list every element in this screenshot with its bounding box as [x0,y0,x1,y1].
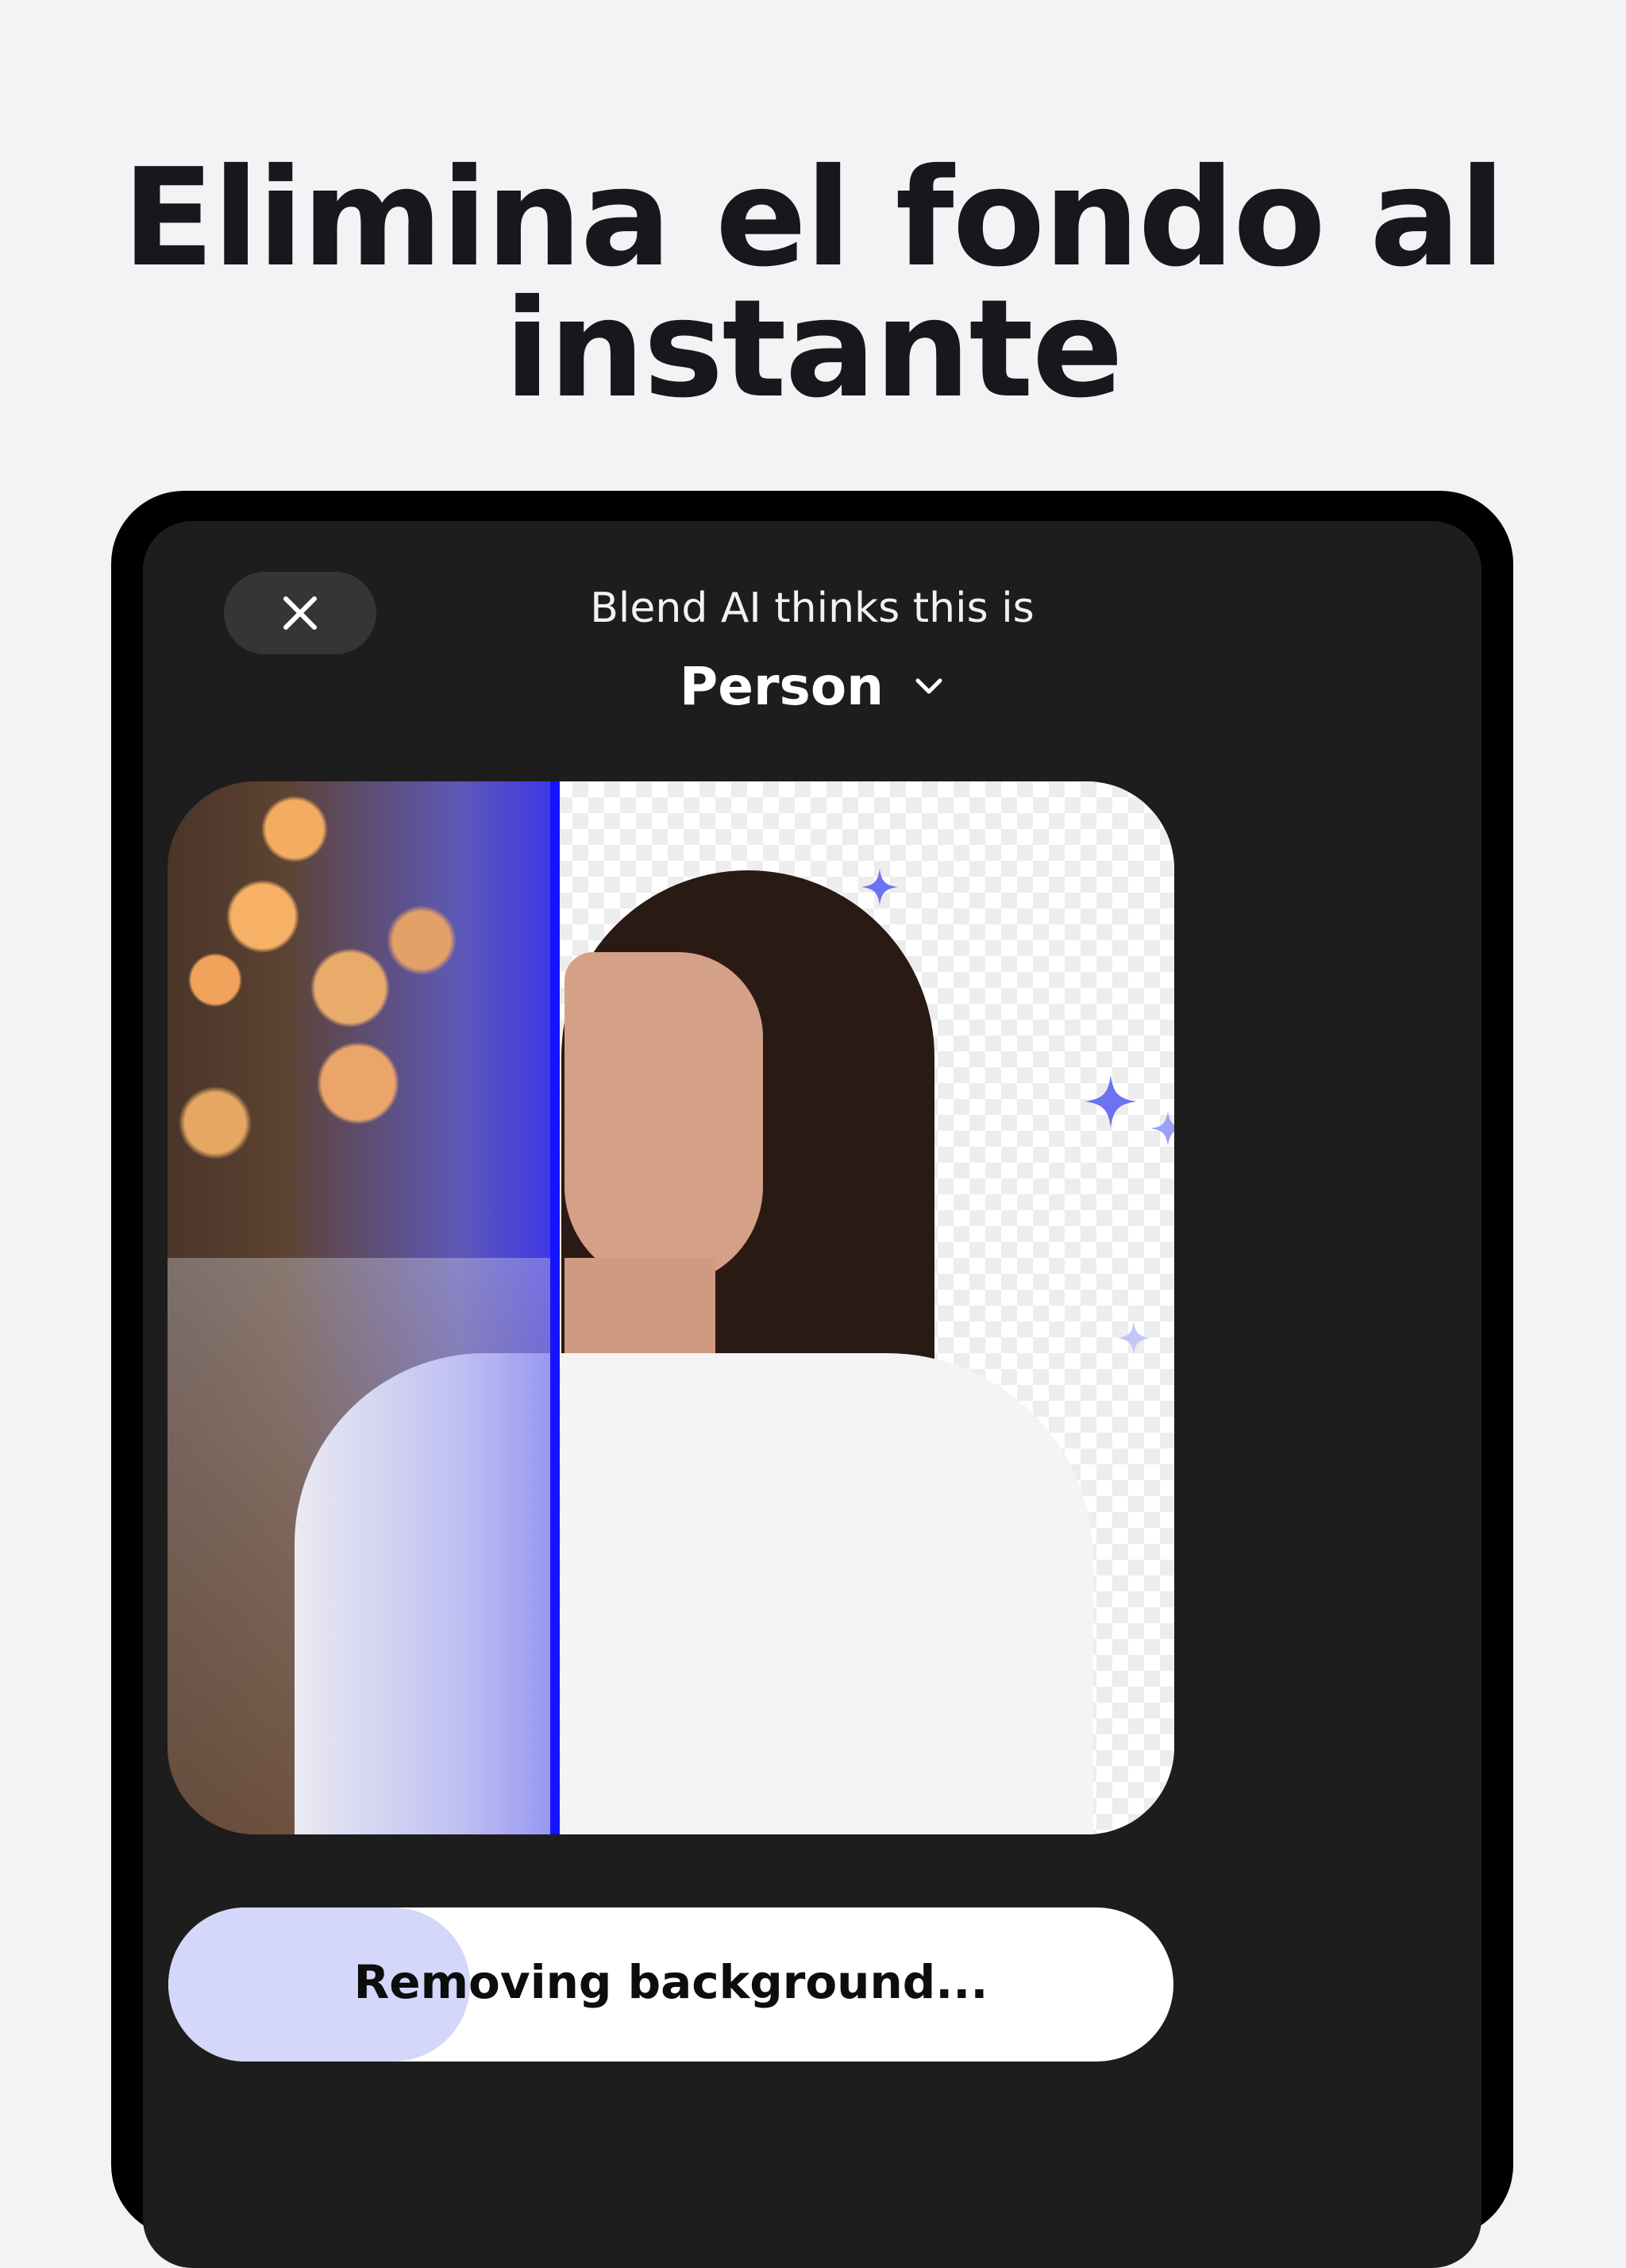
category-label: Person [679,656,884,717]
progress-bar: Removing background... [168,1907,1173,2062]
page-headline-line2: instante [503,271,1123,428]
sparkle-icon [1117,1321,1150,1355]
sparkle-icon [861,869,898,905]
chevron-down-icon [915,678,942,694]
subject-face [564,952,763,1286]
page-headline-line1: Elimina el fondo al [121,140,1505,297]
sparkle-icon [1085,1075,1137,1128]
background-removal-preview [168,781,1174,1834]
subject-shirt [561,1353,1093,1834]
compare-divider[interactable] [550,781,560,1834]
category-selector[interactable]: Person [143,656,1482,717]
original-side [168,781,628,1834]
detection-subtitle: Blend AI thinks this is [590,584,1035,632]
progress-label: Removing background... [353,1955,988,2009]
sparkle-icon [1150,1111,1174,1146]
